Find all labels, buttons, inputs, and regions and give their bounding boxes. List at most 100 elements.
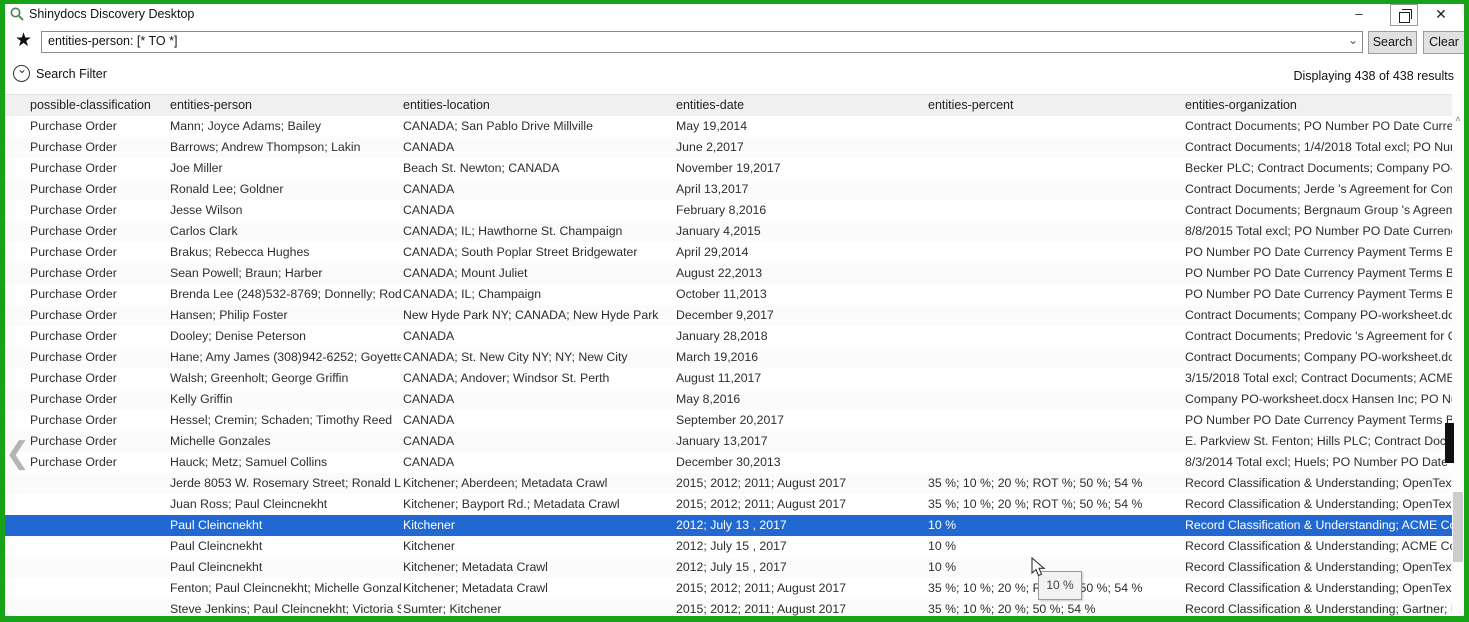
table-row[interactable]: Purchase OrderJoe MillerBeach St. Newton… (5, 158, 1452, 179)
cell-entities-location[interactable]: Kitchener; Aberdeen; Metadata Crawl (403, 473, 674, 494)
cell-entities-organization[interactable]: PO Number PO Date Currency Payment Terms… (1185, 242, 1452, 263)
cell-entities-organization[interactable]: Contract Documents; PO Number PO Date Cu… (1185, 116, 1452, 137)
cell-possible-classification[interactable]: Purchase Order (30, 347, 168, 368)
cell-entities-date[interactable]: 2012; July 13 , 2017 (676, 515, 926, 536)
table-row[interactable]: Purchase OrderHansen; Philip FosterNew H… (5, 305, 1452, 326)
cell-entities-location[interactable]: New Hyde Park NY; CANADA; New Hyde Park (403, 305, 674, 326)
table-row[interactable]: Jerde 8053 W. Rosemary Street; Ronald Le… (5, 473, 1452, 494)
cell-entities-percent[interactable] (928, 452, 1183, 473)
scroll-up-arrow-icon[interactable]: ˄ (1452, 112, 1464, 126)
column-header-entities-date[interactable]: entities-date (676, 95, 926, 116)
cell-entities-date[interactable]: 2015; 2012; 2011; August 2017 (676, 473, 926, 494)
cell-entities-percent[interactable] (928, 410, 1183, 431)
cell-entities-date[interactable]: April 13,2017 (676, 179, 926, 200)
cell-possible-classification[interactable] (30, 515, 168, 536)
cell-entities-organization[interactable]: 3/15/2018 Total excl; Contract Documents… (1185, 368, 1452, 389)
column-header-entities-person[interactable]: entities-person (170, 95, 401, 116)
cell-entities-organization[interactable]: Record Classification & Understanding; O… (1185, 473, 1452, 494)
cell-entities-organization[interactable]: Contract Documents; Predovic 's Agreemen… (1185, 326, 1452, 347)
cell-entities-person[interactable]: Paul Cleincnekht (170, 557, 401, 578)
expand-circle-chevron-icon[interactable] (13, 65, 30, 82)
cell-entities-date[interactable]: 2015; 2012; 2011; August 2017 (676, 494, 926, 515)
cell-entities-organization[interactable]: PO Number PO Date Currency Payment Terms… (1185, 410, 1452, 431)
cell-entities-organization[interactable]: PO Number PO Date Currency Payment Terms… (1185, 284, 1452, 305)
cell-entities-percent[interactable] (928, 347, 1183, 368)
cell-entities-person[interactable]: Kelly Griffin (170, 389, 401, 410)
table-row[interactable]: Purchase OrderHauck; Metz; Samuel Collin… (5, 452, 1452, 473)
cell-entities-person[interactable]: Juan Ross; Paul Cleincnekht (170, 494, 401, 515)
cell-possible-classification[interactable]: Purchase Order (30, 389, 168, 410)
cell-entities-location[interactable]: Kitchener; Bayport Rd.; Metadata Crawl (403, 494, 674, 515)
cell-entities-percent[interactable] (928, 200, 1183, 221)
cell-entities-percent[interactable]: 35 %; 10 %; 20 %; 50 %; 54 % (928, 599, 1183, 616)
cell-entities-organization[interactable]: Record Classification & Understanding; O… (1185, 557, 1452, 578)
table-row[interactable]: Purchase OrderBrenda Lee (248)532-8769; … (5, 284, 1452, 305)
table-row[interactable]: Fenton; Paul Cleincnekht; Michelle Gonza… (5, 578, 1452, 599)
vertical-scrollbar[interactable]: ˄ (1452, 94, 1464, 616)
cell-entities-organization[interactable]: Contract Documents; Company PO-worksheet… (1185, 305, 1452, 326)
table-row[interactable]: Juan Ross; Paul CleincnekhtKitchener; Ba… (5, 494, 1452, 515)
cell-entities-person[interactable]: Joe Miller (170, 158, 401, 179)
cell-entities-person[interactable]: Sean Powell; Braun; Harber (170, 263, 401, 284)
cell-entities-date[interactable]: March 19,2016 (676, 347, 926, 368)
cell-entities-person[interactable]: Paul Cleincnekht (170, 536, 401, 557)
table-row[interactable]: Purchase OrderMichelle GonzalesCANADAJan… (5, 431, 1452, 452)
search-combobox[interactable]: entities-person: [* TO *] ⌄ (41, 31, 1363, 53)
search-button[interactable]: Search (1368, 31, 1417, 54)
cell-entities-person[interactable]: Mann; Joyce Adams; Bailey (170, 116, 401, 137)
cell-entities-location[interactable]: CANADA; St. New City NY; NY; New City (403, 347, 674, 368)
cell-entities-date[interactable]: January 4,2015 (676, 221, 926, 242)
cell-entities-date[interactable]: January 28,2018 (676, 326, 926, 347)
cell-entities-organization[interactable]: Becker PLC; Contract Documents; Company … (1185, 158, 1452, 179)
cell-entities-percent[interactable]: 35 %; 10 %; 20 %; ROT %; 50 %; 54 % (928, 473, 1183, 494)
cell-entities-location[interactable]: Kitchener; Metadata Crawl (403, 578, 674, 599)
cell-entities-date[interactable]: June 2,2017 (676, 137, 926, 158)
cell-entities-organization[interactable]: 8/8/2015 Total excl; PO Number PO Date C… (1185, 221, 1452, 242)
minimize-button[interactable]: – (1344, 4, 1374, 26)
cell-entities-date[interactable]: September 20,2017 (676, 410, 926, 431)
cell-entities-date[interactable]: December 9,2017 (676, 305, 926, 326)
cell-entities-location[interactable]: CANADA; South Poplar Street Bridgewater (403, 242, 674, 263)
cell-entities-person[interactable]: Dooley; Denise Peterson (170, 326, 401, 347)
cell-possible-classification[interactable]: Purchase Order (30, 431, 168, 452)
cell-entities-location[interactable]: CANADA (403, 431, 674, 452)
cell-entities-person[interactable]: Steve Jenkins; Paul Cleincnekht; Victori… (170, 599, 401, 616)
table-row[interactable]: Purchase OrderKelly GriffinCANADAMay 8,2… (5, 389, 1452, 410)
cell-entities-date[interactable]: 2015; 2012; 2011; August 2017 (676, 578, 926, 599)
cell-possible-classification[interactable]: Purchase Order (30, 305, 168, 326)
cell-entities-percent[interactable] (928, 263, 1183, 284)
table-row[interactable]: Paul CleincnekhtKitchener2012; July 15 ,… (5, 536, 1452, 557)
column-header-entities-percent[interactable]: entities-percent (928, 95, 1183, 116)
cell-entities-date[interactable]: August 22,2013 (676, 263, 926, 284)
cell-possible-classification[interactable] (30, 578, 168, 599)
cell-possible-classification[interactable]: Purchase Order (30, 200, 168, 221)
cell-entities-location[interactable]: CANADA (403, 452, 674, 473)
cell-entities-percent[interactable] (928, 137, 1183, 158)
cell-entities-person[interactable]: Michelle Gonzales (170, 431, 401, 452)
cell-entities-person[interactable]: Brakus; Rebecca Hughes (170, 242, 401, 263)
cell-entities-percent[interactable]: 35 %; 10 %; 20 %; ROT %; 50 %; 54 % (928, 494, 1183, 515)
cell-possible-classification[interactable]: Purchase Order (30, 137, 168, 158)
cell-entities-person[interactable]: Brenda Lee (248)532-8769; Donnelly; Rodr… (170, 284, 401, 305)
table-row[interactable]: Purchase OrderHane; Amy James (308)942-6… (5, 347, 1452, 368)
cell-entities-organization[interactable]: Contract Documents; 1/4/2018 Total excl;… (1185, 137, 1452, 158)
cell-possible-classification[interactable] (30, 536, 168, 557)
cell-entities-percent[interactable]: 10 % (928, 536, 1183, 557)
cell-entities-date[interactable]: April 29,2014 (676, 242, 926, 263)
cell-entities-percent[interactable] (928, 431, 1183, 452)
cell-entities-organization[interactable]: PO Number PO Date Currency Payment Terms… (1185, 263, 1452, 284)
cell-possible-classification[interactable] (30, 494, 168, 515)
cell-entities-person[interactable]: Walsh; Greenholt; George Griffin (170, 368, 401, 389)
cell-possible-classification[interactable]: Purchase Order (30, 368, 168, 389)
table-row[interactable]: Steve Jenkins; Paul Cleincnekht; Victori… (5, 599, 1452, 616)
cell-entities-location[interactable]: CANADA (403, 410, 674, 431)
cell-entities-location[interactable]: Kitchener (403, 515, 674, 536)
cell-possible-classification[interactable] (30, 599, 168, 616)
cell-possible-classification[interactable]: Purchase Order (30, 179, 168, 200)
cell-entities-location[interactable]: Beach St. Newton; CANADA (403, 158, 674, 179)
cell-entities-person[interactable]: Jesse Wilson (170, 200, 401, 221)
cell-entities-location[interactable]: CANADA; IL; Hawthorne St. Champaign (403, 221, 674, 242)
favorite-star-icon[interactable]: ★ (15, 31, 32, 51)
cell-possible-classification[interactable]: Purchase Order (30, 326, 168, 347)
cell-entities-location[interactable]: CANADA (403, 179, 674, 200)
